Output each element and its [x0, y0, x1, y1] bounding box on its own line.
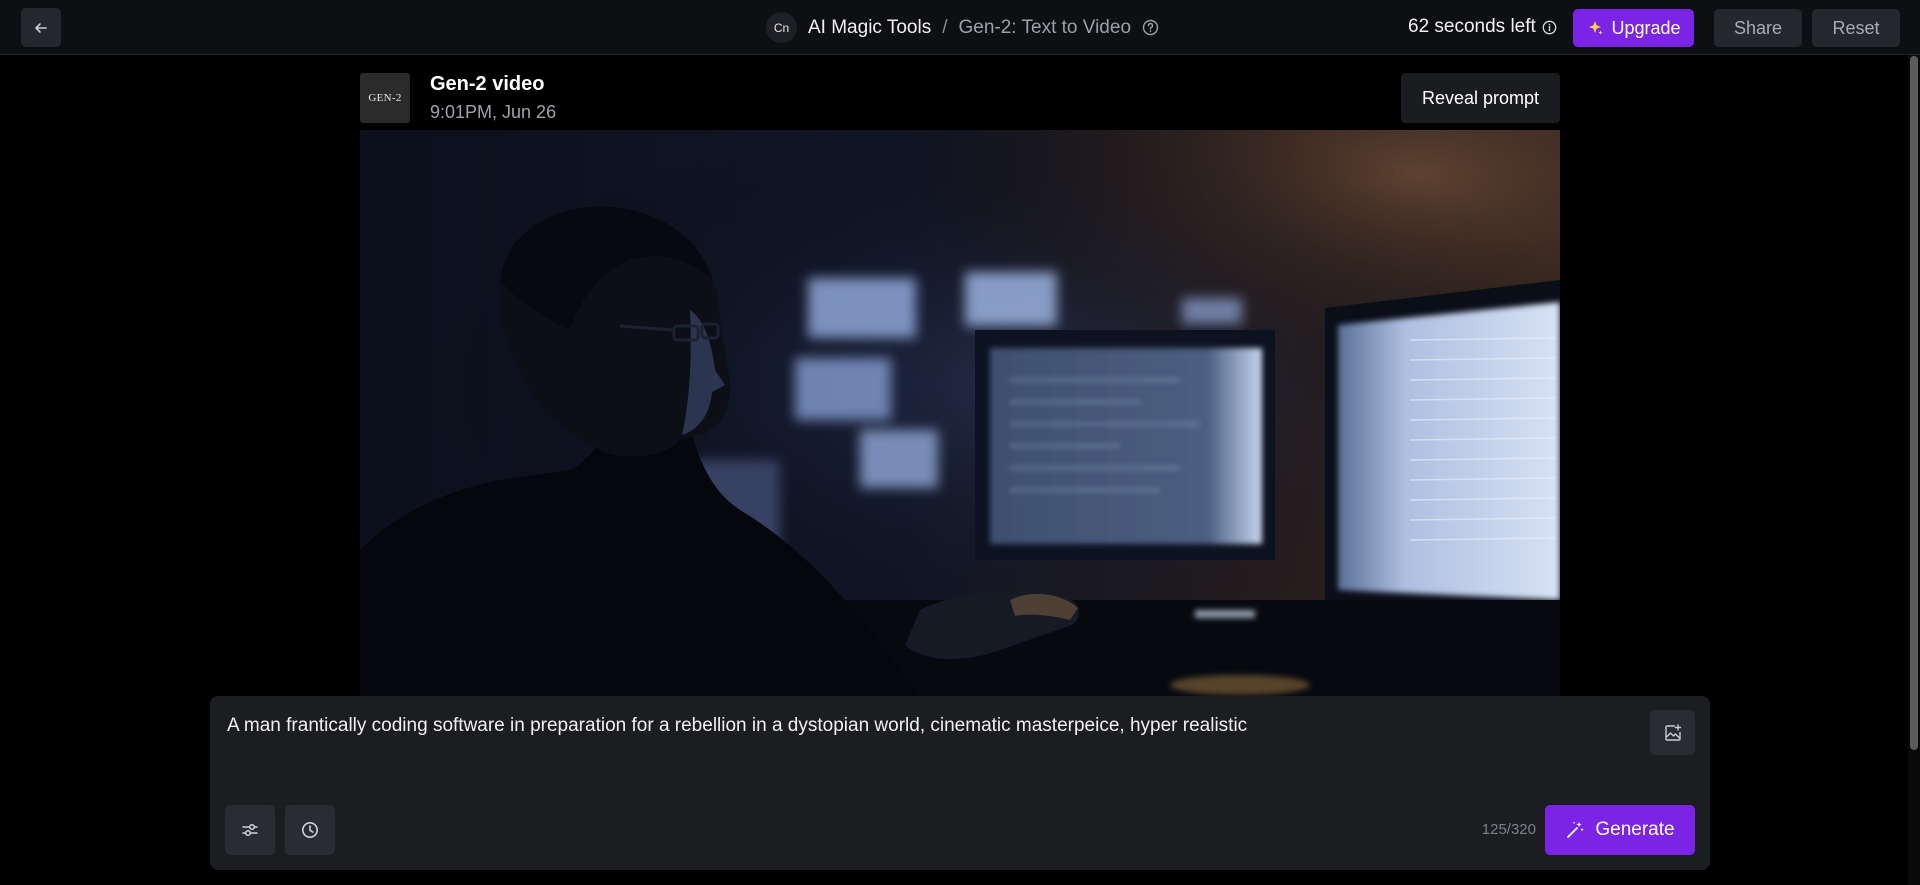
reset-label: Reset — [1832, 17, 1880, 38]
sparkle-icon — [1586, 19, 1604, 37]
video-thumbnail: GEN-2 — [360, 73, 410, 123]
prompt-input[interactable]: A man frantically coding software in pre… — [227, 713, 1607, 739]
clock-icon — [302, 822, 318, 838]
upgrade-button[interactable]: Upgrade — [1573, 9, 1694, 47]
prompt-panel: A man frantically coding software in pre… — [210, 696, 1710, 870]
generate-button[interactable]: Generate — [1545, 805, 1695, 855]
upgrade-label: Upgrade — [1611, 17, 1681, 38]
timer-text: 62 seconds left — [1408, 16, 1536, 37]
share-button[interactable]: Share — [1714, 9, 1802, 47]
top-bar: Cn AI Magic Tools / Gen-2: Text to Video… — [0, 0, 1920, 55]
breadcrumb: Cn AI Magic Tools / Gen-2: Text to Video — [766, 12, 1159, 43]
video-frame-image — [360, 130, 1560, 696]
reveal-prompt-label: Reveal prompt — [1421, 87, 1540, 108]
workspace-initials: Cn — [773, 20, 790, 35]
info-circle-icon[interactable] — [1542, 20, 1557, 35]
breadcrumb-current: Gen-2: Text to Video — [958, 16, 1132, 38]
arrow-left-icon — [35, 22, 47, 33]
page-scrollbar-thumb[interactable] — [1910, 56, 1918, 750]
reveal-prompt-button[interactable]: Reveal prompt — [1401, 73, 1560, 123]
magic-wand-icon — [1565, 820, 1585, 840]
character-count: 125/320 — [1481, 821, 1536, 838]
workspace-avatar[interactable]: Cn — [766, 12, 797, 43]
sliders-icon — [242, 823, 258, 837]
breadcrumb-separator: / — [942, 16, 948, 38]
settings-button[interactable] — [225, 805, 275, 855]
thumbnail-text: GEN-2 — [368, 92, 402, 104]
history-button[interactable] — [285, 805, 335, 855]
generated-video[interactable] — [360, 130, 1560, 696]
breadcrumb-root-link[interactable]: AI Magic Tools — [808, 17, 931, 39]
image-upload-icon — [1664, 723, 1681, 741]
generate-label: Generate — [1595, 819, 1675, 840]
back-button[interactable] — [21, 8, 61, 47]
reset-button[interactable]: Reset — [1812, 9, 1900, 47]
question-circle-icon[interactable] — [1142, 19, 1159, 36]
video-date: 9:01PM, Jun 26 — [430, 102, 557, 122]
video-title: Gen-2 video — [430, 73, 545, 95]
trial-timer: 62 seconds left — [1408, 16, 1557, 38]
image-upload-button[interactable] — [1650, 710, 1695, 755]
share-label: Share — [1733, 17, 1783, 38]
